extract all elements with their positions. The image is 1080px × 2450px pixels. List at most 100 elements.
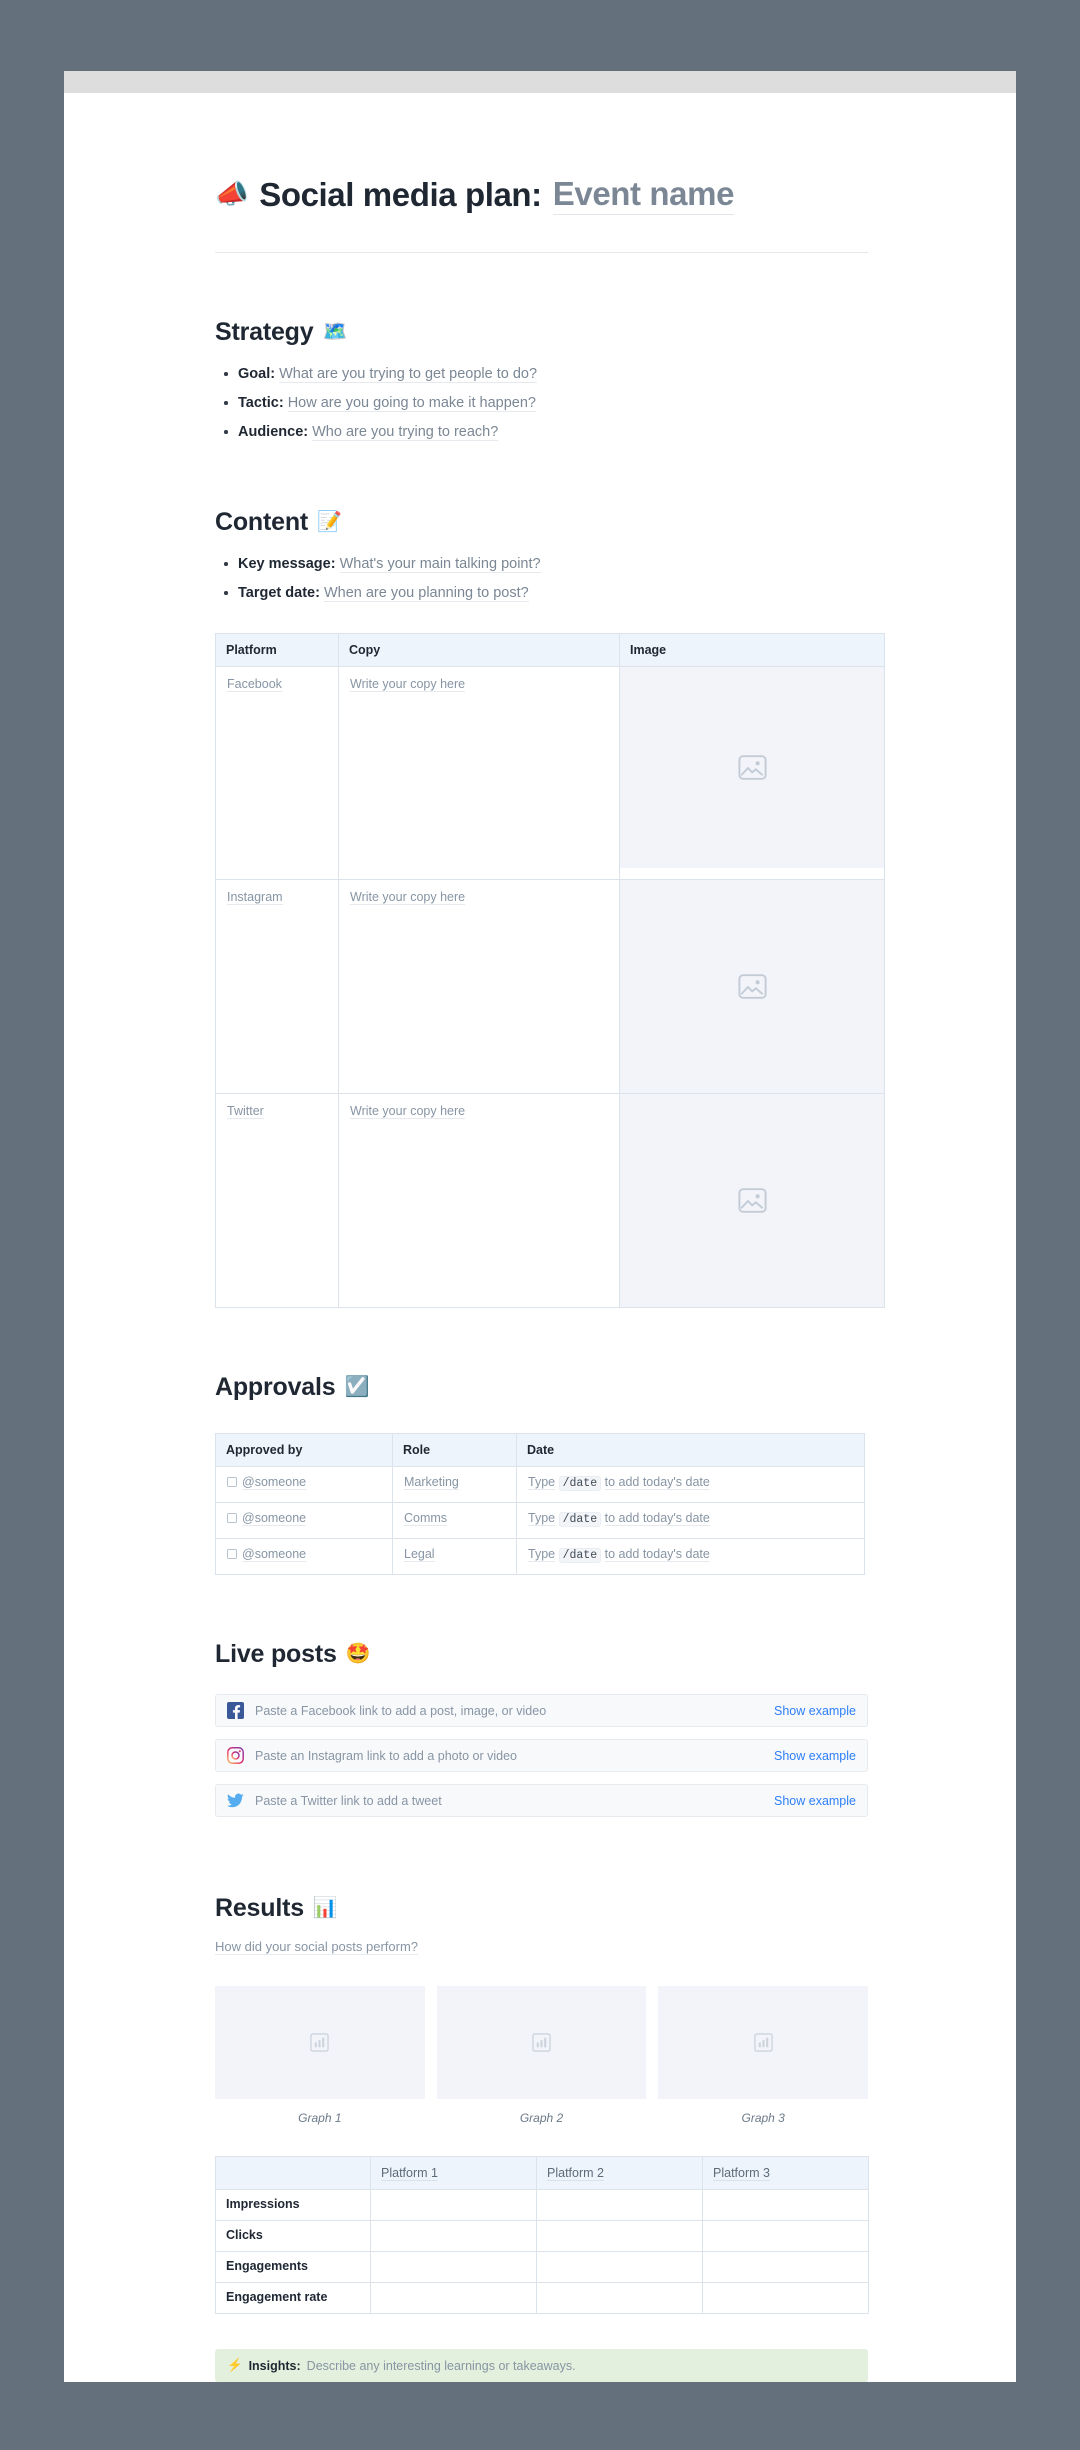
insights-callout[interactable]: ⚡ Insights: Describe any interesting lea… bbox=[215, 2349, 868, 2383]
cell-role[interactable]: Legal bbox=[392, 1538, 517, 1576]
metric-value[interactable] bbox=[370, 2282, 537, 2315]
strategy-item-label: Goal: bbox=[238, 366, 276, 383]
role-text: Comms bbox=[404, 1511, 448, 1527]
cell-role[interactable]: Comms bbox=[392, 1502, 517, 1540]
content-item-placeholder[interactable]: What's your main talking point? bbox=[339, 556, 541, 574]
cell-date[interactable]: Type /date to add today's date bbox=[516, 1538, 865, 1576]
copy-placeholder: Write your copy here bbox=[350, 1104, 466, 1120]
results-subtitle-text[interactable]: How did your social posts perform? bbox=[215, 1939, 419, 1956]
column-header-platform-3[interactable]: Platform 3 bbox=[702, 2156, 869, 2191]
metric-value[interactable] bbox=[702, 2282, 869, 2315]
graph-2-container: Graph 2 bbox=[436, 1986, 647, 2125]
table-header-row: Approved by Role Date bbox=[215, 1433, 865, 1468]
graph-3-drop-area[interactable] bbox=[658, 1986, 869, 2100]
show-example-link[interactable]: Show example bbox=[774, 1794, 856, 1808]
cell-date[interactable]: Type /date to add today's date bbox=[516, 1466, 865, 1504]
approvals-heading-text: Approvals bbox=[215, 1373, 336, 1402]
cell-approver[interactable]: @someone bbox=[215, 1466, 393, 1504]
live-post-facebook-row[interactable]: Paste a Facebook link to add a post, ima… bbox=[215, 1694, 868, 1728]
content-list: Key message: What's your main talking po… bbox=[215, 554, 886, 604]
live-post-prompt: Paste an Instagram link to add a photo o… bbox=[255, 1748, 517, 1763]
approval-checkbox[interactable] bbox=[227, 1513, 237, 1524]
live-post-twitter-row[interactable]: Paste a Twitter link to add a tweet Show… bbox=[215, 1784, 868, 1818]
platform-name: Instagram bbox=[227, 890, 283, 906]
strategy-item-placeholder[interactable]: Who are you trying to reach? bbox=[312, 424, 499, 442]
metric-value[interactable] bbox=[702, 2189, 869, 2222]
approver-mention[interactable]: @someone bbox=[242, 1547, 307, 1563]
image-drop-area[interactable] bbox=[620, 667, 884, 869]
strategy-item-placeholder[interactable]: What are you trying to get people to do? bbox=[279, 366, 538, 384]
approvals-table: Approved by Role Date @someone Marketing bbox=[215, 1433, 865, 1576]
live-post-instagram-row[interactable]: Paste an Instagram link to add a photo o… bbox=[215, 1739, 868, 1773]
cell-date[interactable]: Type /date to add today's date bbox=[516, 1502, 865, 1540]
column-header-platform-2[interactable]: Platform 2 bbox=[536, 2156, 703, 2191]
metric-value[interactable] bbox=[370, 2220, 537, 2253]
cell-platform[interactable]: Facebook bbox=[215, 666, 339, 881]
list-item[interactable]: Audience: Who are you trying to reach? bbox=[215, 422, 886, 443]
metric-value[interactable] bbox=[370, 2189, 537, 2222]
image-drop-area[interactable] bbox=[620, 1094, 884, 1308]
metric-value[interactable] bbox=[536, 2282, 703, 2315]
table-row: @someone Comms Type /date to add today's… bbox=[215, 1502, 865, 1540]
metric-value[interactable] bbox=[370, 2251, 537, 2284]
column-header-date: Date bbox=[516, 1433, 865, 1468]
strategy-item-label: Audience: bbox=[238, 424, 309, 441]
cell-role[interactable]: Marketing bbox=[392, 1466, 517, 1504]
list-item[interactable]: Key message: What's your main talking po… bbox=[215, 554, 886, 575]
table-row: @someone Marketing Type /date to add tod… bbox=[215, 1466, 865, 1504]
image-drop-area[interactable] bbox=[620, 880, 884, 1094]
cell-copy[interactable]: Write your copy here bbox=[338, 1093, 620, 1309]
cell-copy[interactable]: Write your copy here bbox=[338, 879, 620, 1095]
content-heading-text: Content bbox=[215, 508, 309, 537]
cell-image[interactable] bbox=[619, 1093, 885, 1309]
graph-caption: Graph 3 bbox=[741, 2111, 785, 2126]
cell-approver[interactable]: @someone bbox=[215, 1502, 393, 1540]
page-title[interactable]: 📣 Social media plan: Event name bbox=[215, 173, 886, 216]
metric-value[interactable] bbox=[536, 2251, 703, 2284]
results-table: Platform 1 Platform 2 Platform 3 Impress… bbox=[215, 2156, 869, 2315]
cell-copy[interactable]: Write your copy here bbox=[338, 666, 620, 881]
metric-label: Engagements bbox=[215, 2251, 371, 2284]
table-row: @someone Legal Type /date to add today's… bbox=[215, 1538, 865, 1576]
strategy-item-placeholder[interactable]: How are you going to make it happen? bbox=[287, 395, 536, 413]
platform-3-label: Platform 3 bbox=[713, 2166, 770, 2182]
insights-placeholder[interactable]: Describe any interesting learnings or ta… bbox=[307, 2359, 576, 2373]
list-item[interactable]: Target date: When are you planning to po… bbox=[215, 583, 886, 604]
live-posts-heading-text: Live posts bbox=[215, 1640, 337, 1669]
image-icon bbox=[737, 974, 767, 1000]
list-item[interactable]: Goal: What are you trying to get people … bbox=[215, 364, 886, 385]
metric-value[interactable] bbox=[536, 2220, 703, 2253]
table-row: Facebook Write your copy here bbox=[215, 666, 885, 881]
metric-value[interactable] bbox=[702, 2251, 869, 2284]
approver-mention[interactable]: @someone bbox=[242, 1511, 307, 1527]
metric-value[interactable] bbox=[536, 2189, 703, 2222]
date-slash-command: /date bbox=[558, 1548, 602, 1564]
graph-2-drop-area[interactable] bbox=[436, 1986, 647, 2100]
approval-checkbox[interactable] bbox=[227, 1477, 237, 1488]
table-row: Engagements bbox=[215, 2251, 869, 2284]
list-item[interactable]: Tactic: How are you going to make it hap… bbox=[215, 393, 886, 414]
show-example-link[interactable]: Show example bbox=[774, 1749, 856, 1763]
date-suffix: to add today's date bbox=[604, 1511, 710, 1527]
metric-value[interactable] bbox=[702, 2220, 869, 2253]
approval-checkbox[interactable] bbox=[227, 1549, 237, 1560]
page-title-text: Social media plan: bbox=[259, 175, 542, 213]
cell-platform[interactable]: Instagram bbox=[215, 879, 339, 1095]
content-table: Platform Copy Image Facebook Write your … bbox=[215, 633, 885, 1309]
graph-1-drop-area[interactable] bbox=[215, 1986, 425, 2100]
approver-mention[interactable]: @someone bbox=[242, 1475, 307, 1491]
metric-label: Engagement rate bbox=[215, 2282, 371, 2315]
column-header-platform-1[interactable]: Platform 1 bbox=[370, 2156, 537, 2191]
page-title-placeholder[interactable]: Event name bbox=[552, 173, 734, 216]
cell-image[interactable] bbox=[619, 879, 885, 1095]
document-top-bar bbox=[64, 71, 1016, 93]
star-struck-icon: 🤩 bbox=[345, 1643, 371, 1666]
page-background: 📣 Social media plan: Event name Strategy… bbox=[0, 0, 1080, 2450]
show-example-link[interactable]: Show example bbox=[774, 1704, 856, 1718]
date-prefix: Type bbox=[528, 1475, 556, 1491]
cell-approver[interactable]: @someone bbox=[215, 1538, 393, 1576]
table-header-row: Platform 1 Platform 2 Platform 3 bbox=[215, 2156, 869, 2191]
content-item-placeholder[interactable]: When are you planning to post? bbox=[323, 585, 529, 603]
cell-platform[interactable]: Twitter bbox=[215, 1093, 339, 1309]
cell-image[interactable] bbox=[619, 666, 885, 881]
